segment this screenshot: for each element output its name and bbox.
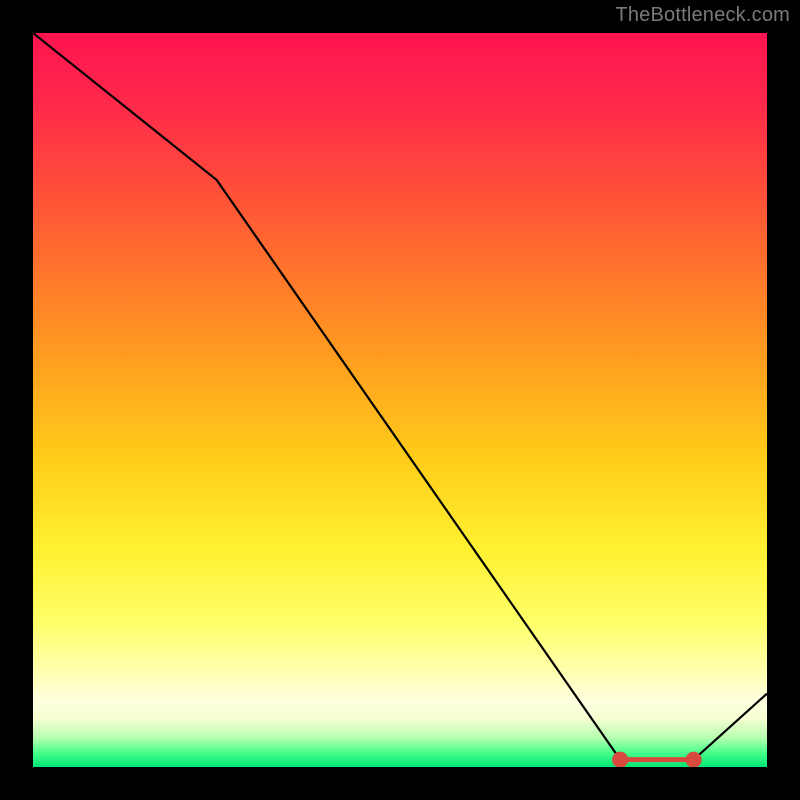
flat-region-markers: [616, 755, 698, 764]
series-line: [33, 33, 767, 767]
curve-path: [33, 33, 767, 760]
flat-region-end-dot: [689, 755, 698, 764]
attribution-label: TheBottleneck.com: [615, 4, 790, 27]
flat-region-start-dot: [616, 755, 625, 764]
chart-container: TheBottleneck.com: [0, 0, 800, 800]
plot-area: [33, 33, 767, 767]
